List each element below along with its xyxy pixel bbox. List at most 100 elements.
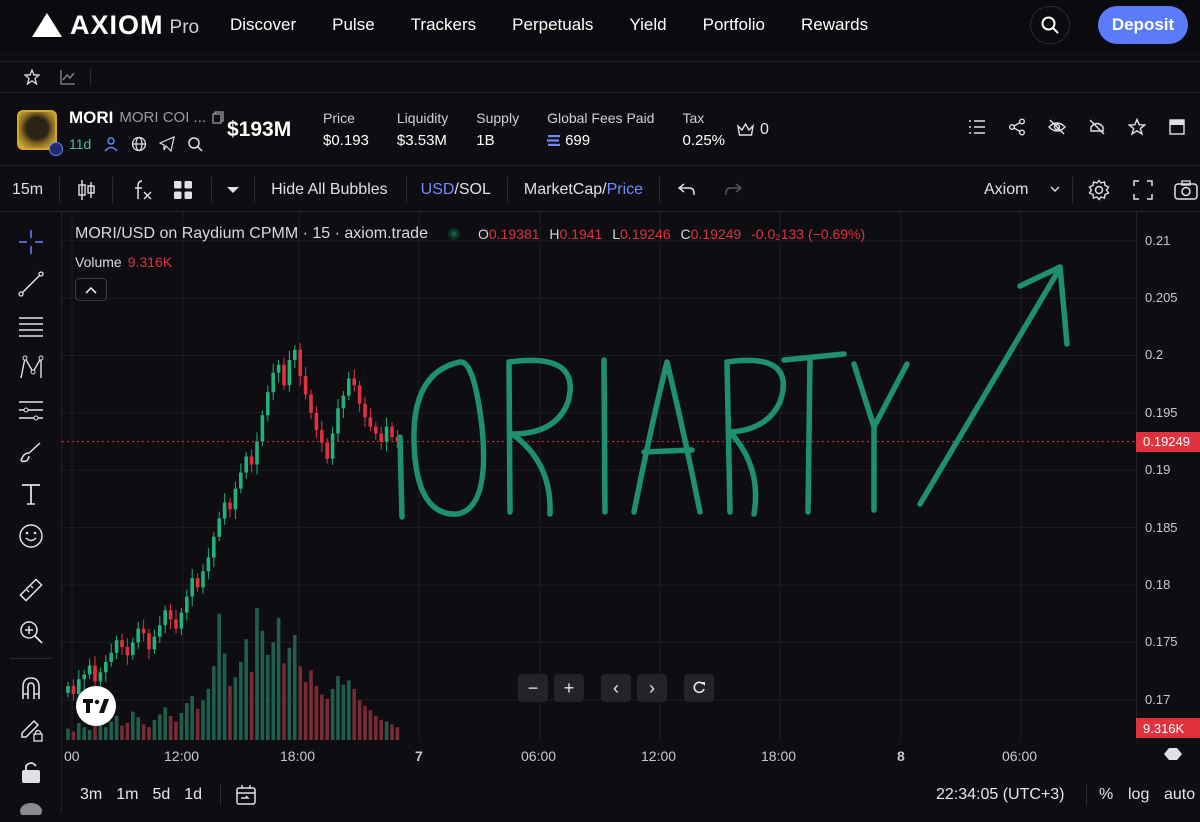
telegram-icon[interactable] xyxy=(159,135,176,152)
percent-scale-toggle[interactable]: % xyxy=(1099,786,1113,804)
star-icon[interactable] xyxy=(1128,118,1146,136)
candle xyxy=(82,674,86,680)
stat-price: Price $0.193 xyxy=(323,110,369,149)
eye-tool[interactable] xyxy=(17,794,45,822)
brush-tool[interactable] xyxy=(17,438,45,466)
list-settings-icon[interactable] xyxy=(968,118,986,136)
candles-icon[interactable] xyxy=(76,179,96,201)
copy-icon[interactable] xyxy=(212,111,224,124)
reset-chart-button[interactable] xyxy=(684,674,714,702)
volume-bar xyxy=(390,724,394,740)
eye-off-icon[interactable] xyxy=(1048,118,1066,136)
drawing-stroke xyxy=(724,357,787,517)
trendline-icon xyxy=(18,271,44,297)
search-button[interactable] xyxy=(1030,6,1070,44)
redo-icon[interactable] xyxy=(724,182,743,197)
nav-perpetuals[interactable]: Perpetuals xyxy=(512,15,593,35)
solana-icon xyxy=(547,135,561,146)
nav-pulse[interactable]: Pulse xyxy=(332,15,375,35)
crosshair-tool[interactable] xyxy=(17,228,45,256)
pattern-tool[interactable] xyxy=(17,354,45,382)
scroll-left-button[interactable]: ‹ xyxy=(601,674,631,702)
candle xyxy=(244,456,248,473)
nav-trackers[interactable]: Trackers xyxy=(411,15,477,35)
interval-selector[interactable]: 15m xyxy=(12,181,43,199)
price-axis[interactable]: 0.21 0.205 0.2 0.195 0.19 0.185 0.18 0.175 0.17 xyxy=(1136,212,1200,740)
candle xyxy=(222,502,227,519)
search-icon[interactable] xyxy=(187,136,203,152)
grid-templates-icon[interactable] xyxy=(173,180,193,200)
ohlc-high: 0.1941 xyxy=(559,226,603,242)
divider xyxy=(1072,176,1073,203)
dev-off-icon[interactable] xyxy=(1088,118,1106,136)
gear-icon[interactable] xyxy=(1088,179,1110,201)
trendline-tool[interactable] xyxy=(17,270,45,298)
stat-supply: Supply 1B xyxy=(476,110,519,149)
globe-icon[interactable] xyxy=(131,136,147,152)
range-1m[interactable]: 1m xyxy=(116,786,138,804)
range-1d[interactable]: 1d xyxy=(184,786,202,804)
magnet-tool[interactable] xyxy=(17,674,45,702)
price-chart[interactable] xyxy=(62,212,1136,740)
undo-icon[interactable] xyxy=(678,182,696,197)
volume-bar xyxy=(206,688,211,740)
nav-portfolio[interactable]: Portfolio xyxy=(703,15,765,35)
token-avatar[interactable] xyxy=(17,109,63,156)
volume-bar xyxy=(109,721,113,740)
chevron-down-icon[interactable] xyxy=(1050,186,1060,193)
auto-scale-toggle[interactable]: auto xyxy=(1164,786,1195,804)
emoji-tool[interactable] xyxy=(17,522,45,550)
zoom-out-button[interactable]: − xyxy=(518,674,548,702)
time-axis[interactable]: 00 12:00 18:00 7 06:00 12:00 18:00 8 06:00 xyxy=(62,740,1136,770)
log-scale-toggle[interactable]: log xyxy=(1128,786,1149,804)
volume-bar xyxy=(320,694,324,740)
camera-icon[interactable] xyxy=(1174,180,1198,200)
volume-bar xyxy=(201,700,205,740)
tradingview-logo[interactable] xyxy=(76,686,116,726)
chevron-down-icon[interactable] xyxy=(226,185,240,195)
range-5d[interactable]: 5d xyxy=(152,786,170,804)
crown-count[interactable]: 0 xyxy=(737,121,769,139)
candle xyxy=(233,488,238,510)
lock-tool[interactable] xyxy=(17,758,45,786)
fullscreen-icon[interactable] xyxy=(1133,180,1153,200)
indicators-fx-icon[interactable] xyxy=(131,179,153,201)
chart-line-icon[interactable] xyxy=(60,69,76,85)
collapse-legend-button[interactable] xyxy=(75,278,107,301)
ruler-tool[interactable] xyxy=(17,576,45,604)
hide-bubbles-button[interactable]: Hide All Bubbles xyxy=(271,181,388,199)
theme-selector[interactable]: Axiom xyxy=(984,181,1028,199)
hand-drawn-annotation[interactable] xyxy=(397,264,1070,520)
layout-icon[interactable] xyxy=(1168,118,1186,136)
text-tool[interactable] xyxy=(17,480,45,508)
nav-yield[interactable]: Yield xyxy=(629,15,666,35)
candle xyxy=(147,633,151,650)
volume-legend: Volume 9.316K xyxy=(75,254,172,270)
share-icon[interactable] xyxy=(1008,118,1026,136)
candle xyxy=(266,392,270,416)
chevron-left-icon: ‹ xyxy=(613,677,619,698)
nav-discover[interactable]: Discover xyxy=(230,15,296,35)
scroll-right-button[interactable]: › xyxy=(637,674,667,702)
calendar-goto-icon[interactable] xyxy=(235,784,257,806)
clock-timezone[interactable]: 22:34:05 (UTC+3) xyxy=(936,786,1065,804)
deposit-button[interactable]: Deposit xyxy=(1098,6,1188,44)
star-icon[interactable] xyxy=(24,69,40,85)
volume-bar xyxy=(82,727,86,740)
currency-toggle[interactable]: USD/SOL xyxy=(421,181,491,199)
fib-tool[interactable] xyxy=(17,312,45,340)
divider xyxy=(405,176,407,203)
volume-bar xyxy=(374,715,378,740)
zoom-in-button[interactable]: + xyxy=(554,674,584,702)
axiom-logo[interactable]: AXIOM Pro xyxy=(32,10,202,41)
axis-settings-icon[interactable] xyxy=(1164,748,1182,760)
lock-drawing-tool[interactable] xyxy=(17,716,45,744)
prediction-tool[interactable] xyxy=(17,396,45,424)
candle xyxy=(298,349,302,377)
user-icon[interactable] xyxy=(103,136,119,152)
range-3m[interactable]: 3m xyxy=(80,786,102,804)
nav-rewards[interactable]: Rewards xyxy=(801,15,868,35)
mode-toggle[interactable]: MarketCap/Price xyxy=(524,181,643,199)
zoom-tool[interactable] xyxy=(17,618,45,646)
volume-bar xyxy=(260,630,265,740)
